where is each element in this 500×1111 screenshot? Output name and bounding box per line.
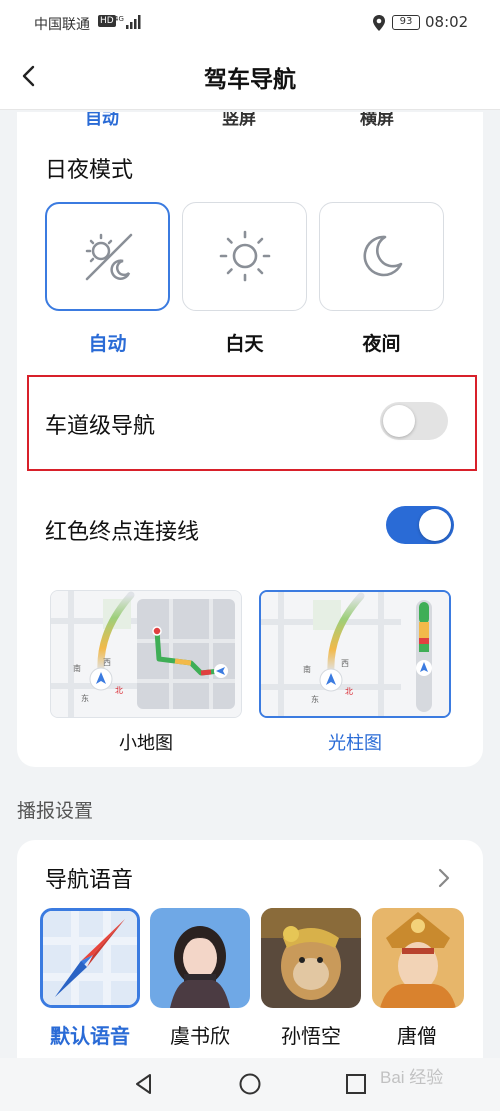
compass-east: 东 bbox=[81, 693, 89, 703]
mode-day-button[interactable] bbox=[182, 202, 307, 311]
auto-sun-moon-icon bbox=[85, 233, 133, 281]
mode-night-label: 夜间 bbox=[362, 333, 401, 355]
compass-north: 北 bbox=[345, 687, 353, 696]
mini-map-label: 小地图 bbox=[119, 733, 173, 754]
mini-map-preview: 南 西 东 北 bbox=[51, 591, 241, 717]
display-settings-card: 自动 竖屏 横屏 日夜模式 自动 白天 夜间 车道级导航 红色终点连接线 南 西… bbox=[17, 112, 483, 767]
page-title: 驾车导航 bbox=[204, 67, 296, 93]
orientation-portrait-label[interactable]: 竖屏 bbox=[222, 112, 256, 129]
compass-west: 西 bbox=[341, 659, 349, 668]
sun-icon bbox=[219, 230, 271, 282]
light-bar-preview: 南 西 东 北 bbox=[261, 592, 449, 716]
carrier-name: 中国联通 bbox=[34, 17, 90, 33]
svg-text:4G: 4G bbox=[114, 15, 124, 23]
compass-west: 西 bbox=[103, 658, 111, 667]
avatar-portrait bbox=[372, 908, 464, 1008]
red-line-toggle[interactable] bbox=[386, 506, 454, 544]
voice-yu-shuxin-tile[interactable] bbox=[150, 908, 250, 1008]
voice-default-label: 默认语音 bbox=[50, 1024, 130, 1048]
orientation-landscape-label[interactable]: 横屏 bbox=[360, 112, 394, 129]
mode-day-label: 白天 bbox=[225, 333, 264, 355]
moon-icon bbox=[363, 235, 403, 277]
red-line-label: 红色终点连接线 bbox=[45, 520, 200, 545]
voice-sun-wukong-label: 孙悟空 bbox=[281, 1024, 341, 1048]
orientation-auto-label[interactable]: 自动 bbox=[85, 112, 119, 129]
status-bar: 中国联通 HD 4G 93 08:02 bbox=[0, 0, 500, 46]
compass-east: 东 bbox=[311, 694, 319, 704]
signal-icon: 4G bbox=[114, 15, 141, 29]
chevron-right-icon[interactable] bbox=[434, 865, 454, 891]
toggle-knob bbox=[419, 509, 451, 541]
compass-needle-icon bbox=[43, 911, 137, 1005]
compass-north: 北 bbox=[115, 686, 123, 695]
clock: 08:02 bbox=[425, 13, 469, 31]
mode-auto-button[interactable] bbox=[45, 202, 170, 311]
app-header: 驾车导航 bbox=[0, 46, 500, 110]
nav-back-icon[interactable] bbox=[132, 1072, 156, 1096]
day-night-title: 日夜模式 bbox=[45, 158, 134, 183]
toggle-knob bbox=[383, 405, 415, 437]
battery-indicator: 93 bbox=[392, 15, 420, 30]
voice-tang-seng-tile[interactable] bbox=[372, 908, 464, 1008]
location-icon bbox=[373, 15, 385, 31]
nav-home-icon[interactable] bbox=[238, 1072, 262, 1096]
nav-recents-icon[interactable] bbox=[344, 1072, 368, 1096]
voice-title[interactable]: 导航语音 bbox=[45, 862, 133, 894]
light-bar-option[interactable]: 南 西 东 北 bbox=[259, 590, 451, 718]
lane-nav-toggle[interactable] bbox=[380, 402, 448, 440]
avatar-portrait bbox=[150, 908, 250, 1008]
broadcast-heading: 播报设置 bbox=[17, 800, 94, 822]
avatar-portrait bbox=[261, 908, 361, 1008]
voice-yu-shuxin-label: 虞书欣 bbox=[170, 1024, 230, 1048]
light-bar-label: 光柱图 bbox=[328, 733, 382, 754]
watermark: Bai 经验 bbox=[380, 1068, 444, 1087]
lane-nav-label: 车道级导航 bbox=[45, 414, 156, 439]
voice-default-tile[interactable] bbox=[40, 908, 140, 1008]
mode-auto-label: 自动 bbox=[88, 333, 127, 355]
voice-settings-card: 导航语音 默认语音 虞书欣 孙悟空 唐僧 bbox=[17, 840, 483, 1060]
compass-south: 南 bbox=[73, 663, 81, 673]
compass-south: 南 bbox=[303, 664, 311, 674]
voice-sun-wukong-tile[interactable] bbox=[261, 908, 361, 1008]
mini-map-option[interactable]: 南 西 东 北 bbox=[50, 590, 242, 718]
mode-night-button[interactable] bbox=[319, 202, 444, 311]
voice-tang-seng-label: 唐僧 bbox=[397, 1024, 437, 1048]
